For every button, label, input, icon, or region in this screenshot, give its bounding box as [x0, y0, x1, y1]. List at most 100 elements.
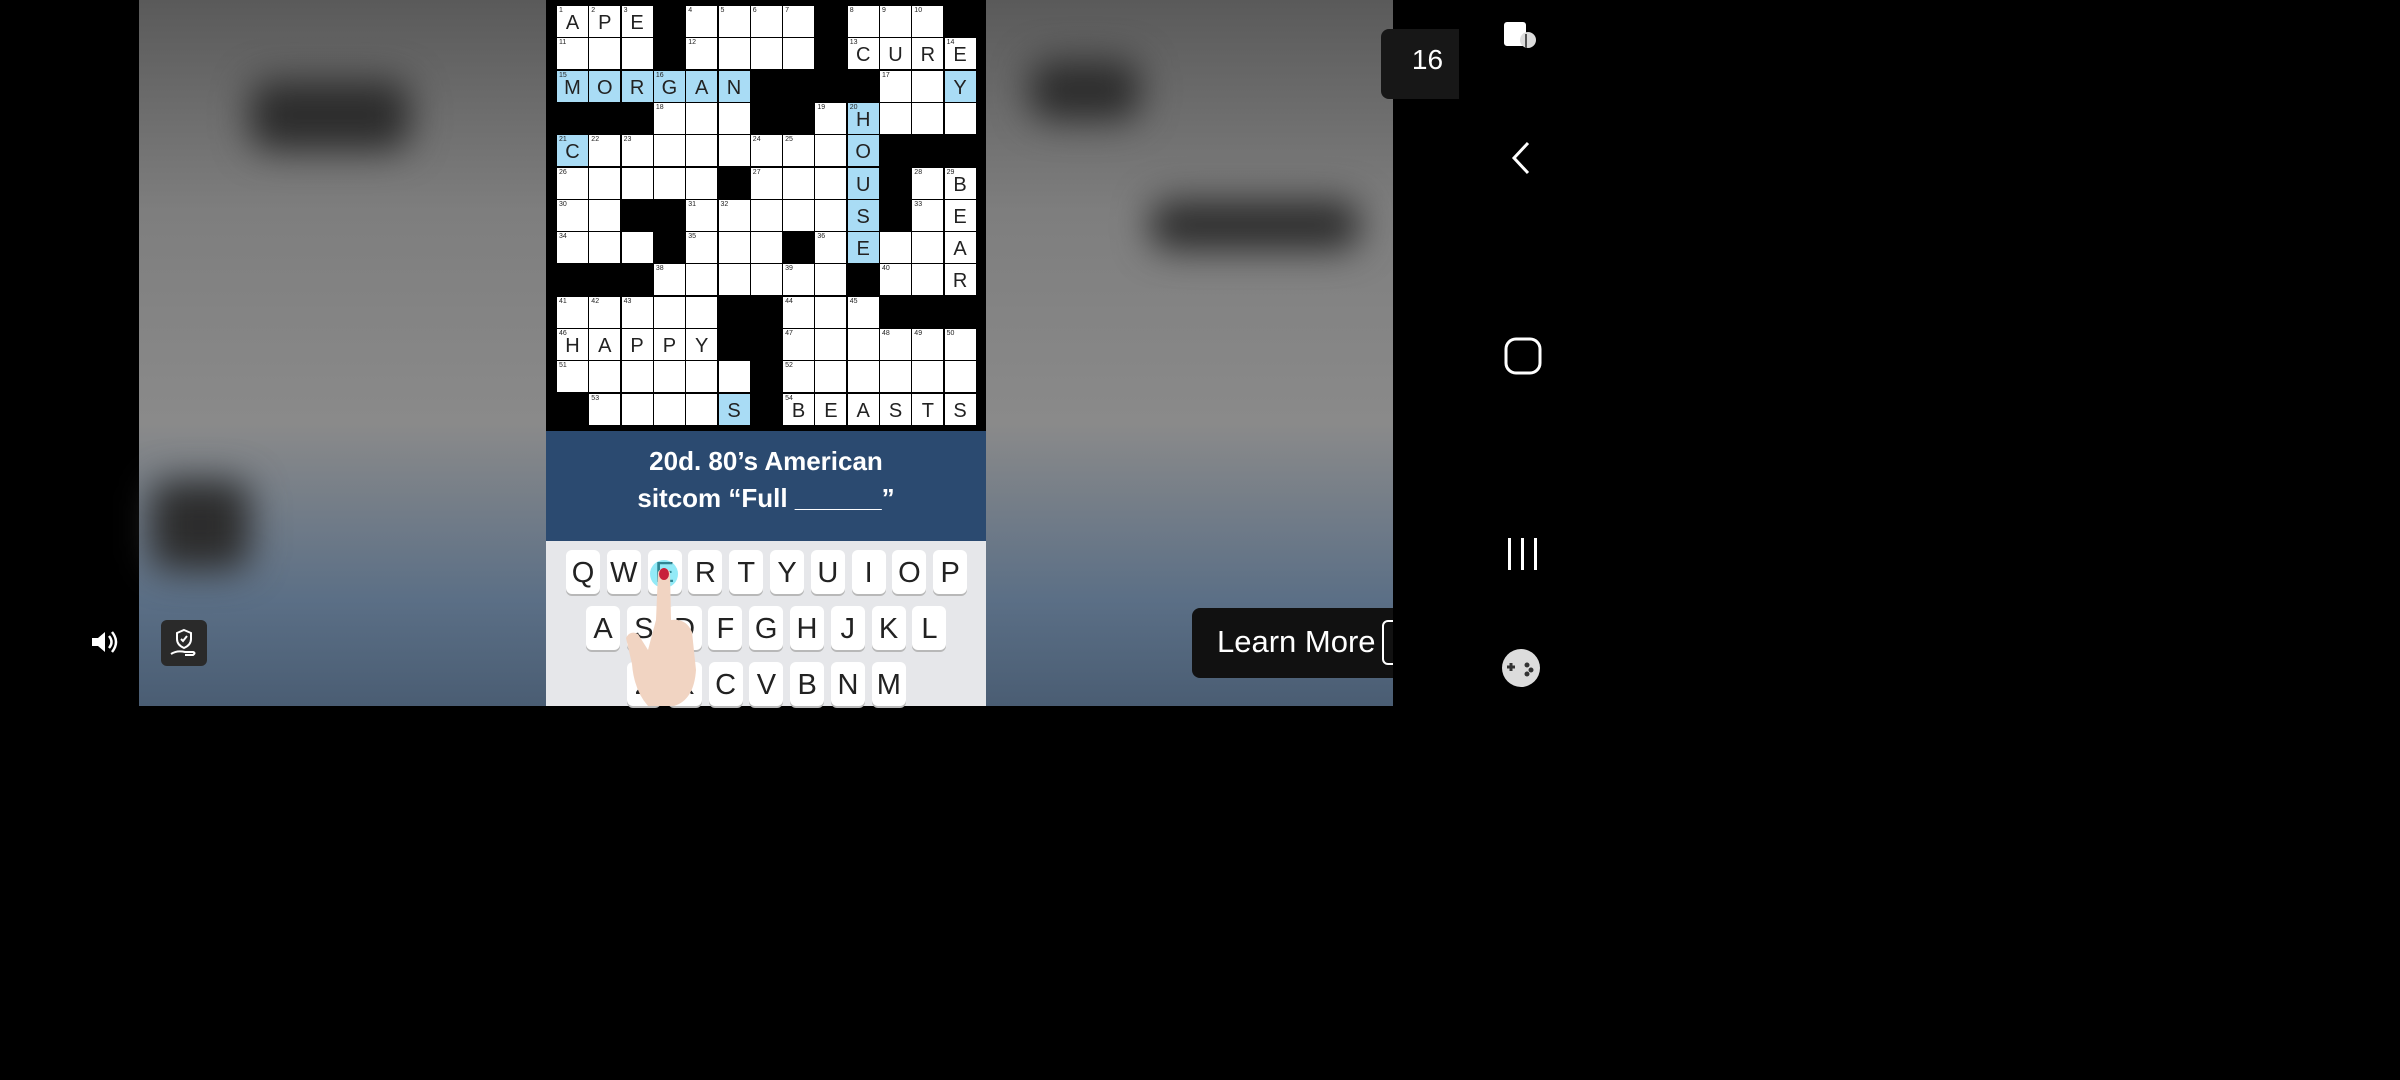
crossword-cell[interactable]	[621, 232, 653, 264]
crossword-cell[interactable]: 9	[880, 6, 911, 37]
crossword-cell[interactable]	[686, 167, 718, 199]
crossword-cell[interactable]	[653, 393, 685, 425]
crossword-cell[interactable]: E	[944, 199, 976, 231]
crossword-cell[interactable]: E	[815, 393, 847, 425]
crossword-cell[interactable]	[847, 361, 879, 393]
crossword-cell[interactable]: 13 C	[847, 38, 879, 70]
crossword-cell[interactable]	[815, 329, 847, 360]
crossword-cell[interactable]: A	[686, 70, 718, 102]
crossword-cell[interactable]: E	[847, 232, 879, 264]
crossword-cell[interactable]: O	[589, 70, 621, 102]
crossword-cell[interactable]	[718, 361, 750, 393]
key-c[interactable]: C	[708, 662, 743, 706]
crossword-cell[interactable]	[944, 102, 976, 134]
crossword-cell[interactable]	[750, 199, 782, 231]
crossword-cell[interactable]: T	[912, 393, 944, 425]
crossword-cell[interactable]: 39	[783, 264, 815, 296]
crossword-cell[interactable]: 15 M	[557, 70, 588, 102]
crossword-cell[interactable]: 6	[750, 6, 782, 37]
crossword-cell[interactable]: 16 G	[653, 70, 685, 102]
key-u[interactable]: U	[810, 550, 845, 594]
crossword-cell[interactable]	[718, 102, 750, 134]
back-icon[interactable]	[1506, 140, 1538, 176]
crossword-cell[interactable]: 29 B	[944, 167, 976, 199]
crossword-cell[interactable]	[912, 361, 944, 393]
crossword-cell[interactable]	[880, 232, 911, 264]
crossword-cell[interactable]	[815, 135, 847, 167]
crossword-cell[interactable]	[589, 361, 621, 393]
crossword-cell[interactable]: S	[944, 393, 976, 425]
home-icon[interactable]	[1503, 336, 1543, 376]
crossword-cell[interactable]: 28	[912, 167, 944, 199]
crossword-cell[interactable]	[686, 296, 718, 328]
crossword-cell[interactable]	[718, 38, 750, 70]
key-y[interactable]: Y	[770, 550, 804, 594]
crossword-cell[interactable]: R	[944, 264, 976, 296]
crossword-cell[interactable]: 49	[912, 329, 944, 360]
key-b[interactable]: B	[790, 662, 825, 706]
crossword-cell[interactable]: 52	[783, 361, 815, 393]
crossword-cell[interactable]: A	[944, 232, 976, 264]
crossword-cell[interactable]: 51	[557, 361, 588, 393]
crossword-cell[interactable]	[589, 232, 621, 264]
crossword-cell[interactable]: 32	[718, 199, 750, 231]
crossword-cell[interactable]	[686, 102, 718, 134]
crossword-cell[interactable]	[750, 232, 782, 264]
crossword-cell[interactable]: S	[718, 393, 750, 425]
crossword-cell[interactable]: 20 H	[847, 102, 879, 134]
crossword-cell[interactable]: 27	[750, 167, 782, 199]
crossword-cell[interactable]: 41	[557, 296, 588, 328]
key-j[interactable]: J	[830, 606, 865, 650]
crossword-cell[interactable]	[912, 70, 944, 102]
crossword-cell[interactable]: 43	[621, 296, 653, 328]
crossword-cell[interactable]	[718, 135, 750, 167]
crossword-cell[interactable]: 42	[589, 296, 621, 328]
crossword-cell[interactable]: 21 C	[557, 135, 588, 167]
crossword-cell[interactable]	[815, 199, 847, 231]
crossword-cell[interactable]	[686, 361, 718, 393]
crossword-cell[interactable]	[718, 264, 750, 296]
crossword-cell[interactable]: P	[653, 329, 685, 360]
crossword-cell[interactable]: 48	[880, 329, 911, 360]
crossword-cell[interactable]: S	[880, 393, 911, 425]
crossword-cell[interactable]: 25	[783, 135, 815, 167]
crossword-cell[interactable]	[912, 102, 944, 134]
crossword-cell[interactable]: 36	[815, 232, 847, 264]
crossword-cell[interactable]	[653, 167, 685, 199]
crossword-cell[interactable]: Y	[944, 70, 976, 102]
crossword-cell[interactable]: R	[912, 38, 944, 70]
crossword-cell[interactable]: P	[621, 329, 653, 360]
crossword-cell[interactable]: 24	[750, 135, 782, 167]
crossword-cell[interactable]: 26	[557, 167, 588, 199]
crossword-cell[interactable]: 50	[944, 329, 976, 360]
crossword-cell[interactable]: 3E	[621, 6, 653, 37]
key-m[interactable]: M	[871, 662, 906, 706]
crossword-cell[interactable]: A	[847, 393, 879, 425]
crossword-cell[interactable]: 4	[686, 6, 718, 37]
crossword-cell[interactable]	[686, 393, 718, 425]
crossword-cell[interactable]: 30	[557, 199, 588, 231]
crossword-cell[interactable]	[815, 361, 847, 393]
crossword-cell[interactable]: 38	[653, 264, 685, 296]
crossword-cell[interactable]	[912, 232, 944, 264]
crossword-cell[interactable]: R	[621, 70, 653, 102]
crossword-cell[interactable]	[653, 361, 685, 393]
key-t[interactable]: T	[729, 550, 764, 594]
crossword-cell[interactable]: 18	[653, 102, 685, 134]
crossword-cell[interactable]: U	[847, 167, 879, 199]
key-o[interactable]: O	[892, 550, 927, 594]
crossword-cell[interactable]: 53	[589, 393, 621, 425]
crossword-cell[interactable]: 35	[686, 232, 718, 264]
key-k[interactable]: K	[871, 606, 906, 650]
crossword-cell[interactable]: 22	[589, 135, 621, 167]
crossword-cell[interactable]	[653, 296, 685, 328]
key-h[interactable]: H	[790, 606, 824, 650]
crossword-cell[interactable]	[750, 38, 782, 70]
crossword-cell[interactable]	[589, 38, 621, 70]
crossword-cell[interactable]	[783, 199, 815, 231]
key-q[interactable]: Q	[566, 550, 600, 594]
crossword-cell[interactable]	[815, 167, 847, 199]
crossword-cell[interactable]: A	[589, 329, 621, 360]
crossword-cell[interactable]: Y	[686, 329, 718, 360]
crossword-cell[interactable]: 1A	[557, 6, 588, 37]
